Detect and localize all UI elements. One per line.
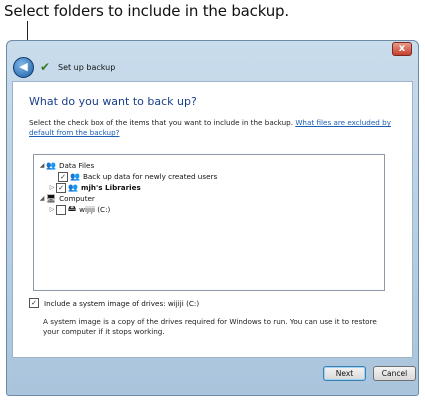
page-heading: What do you want to back up?	[29, 95, 197, 108]
tree-label: wijiji (C:)	[79, 205, 111, 214]
caption-text: Select folders to include in the backup.	[4, 2, 289, 20]
tree-label: Data Files	[58, 161, 95, 170]
expand-icon[interactable]: ▷	[48, 206, 56, 213]
system-image-checkbox[interactable]: ✓	[29, 298, 39, 308]
users-icon: 👥	[68, 183, 78, 192]
libraries-checkbox[interactable]: ✓	[56, 182, 66, 193]
cancel-button[interactable]: Cancel	[373, 366, 416, 381]
users-icon: 👥	[70, 172, 80, 181]
tree-label: mjh's Libraries	[80, 183, 141, 192]
back-arrow-icon[interactable]: ◀	[13, 56, 34, 78]
footer: Next Cancel	[12, 360, 416, 392]
tree-item-computer[interactable]: ◢ 🖥 Computer	[38, 193, 95, 204]
collapse-icon[interactable]: ◢	[38, 162, 46, 169]
tree-label: Computer	[59, 194, 95, 203]
tree-item-data-files[interactable]: ◢ 👥 Data Files	[38, 160, 95, 171]
drive-icon: 🖴	[68, 203, 77, 213]
backup-icon: ✔	[40, 60, 51, 74]
window-title: Set up backup	[58, 62, 116, 72]
collapse-icon[interactable]: ◢	[38, 195, 46, 202]
setup-backup-window: x ◀ ✔ Set up backup What do you want to …	[6, 40, 419, 396]
expand-icon[interactable]: ▷	[48, 184, 56, 191]
tree-item-libraries[interactable]: ▷ ✓ 👥 mjh's Libraries	[48, 182, 141, 193]
system-image-label: Include a system image of drives: wijiji…	[44, 298, 200, 308]
next-button[interactable]: Next	[323, 366, 366, 381]
tree-label: Back up data for newly created users	[82, 172, 218, 181]
instructions-text: Select the check box of the items that y…	[29, 118, 294, 127]
close-button[interactable]: x	[392, 42, 412, 56]
users-icon: 👥	[46, 161, 56, 170]
instructions: Select the check box of the items that y…	[29, 118, 394, 138]
new-users-checkbox[interactable]: ✓	[58, 171, 68, 182]
drive-checkbox[interactable]	[56, 204, 66, 215]
system-image-description: A system image is a copy of the drives r…	[43, 317, 377, 336]
computer-icon: 🖥	[46, 194, 57, 203]
system-image-option[interactable]: ✓ Include a system image of drives: wiji…	[29, 298, 199, 308]
tree-item-new-users[interactable]: ✓ 👥 Back up data for newly created users	[58, 171, 217, 182]
backup-tree: ◢ 👥 Data Files ✓ 👥 Back up data for newl…	[33, 154, 385, 291]
content-panel: What do you want to back up? Select the …	[12, 81, 413, 358]
tree-item-drive[interactable]: ▷ 🖴 wijiji (C:)	[48, 204, 110, 215]
title-bar: ◀ ✔ Set up backup	[9, 55, 416, 79]
